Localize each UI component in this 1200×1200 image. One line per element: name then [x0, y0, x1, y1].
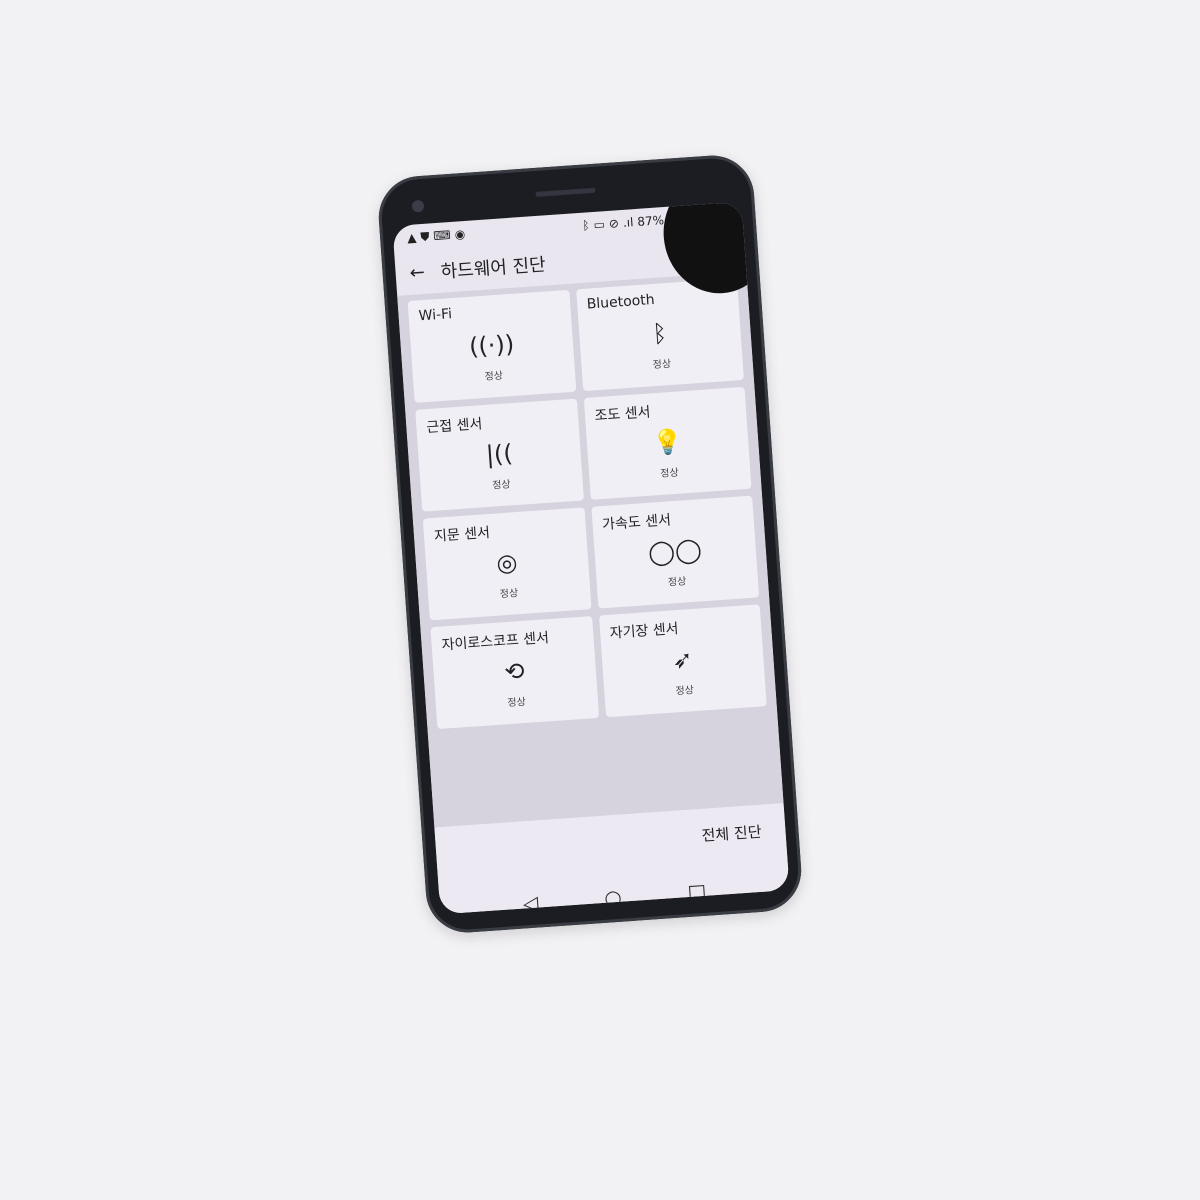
compass-icon: ➶	[671, 645, 694, 675]
battery-text: 87%	[636, 213, 665, 229]
tile-title: 지문 센서	[433, 524, 491, 545]
warning-icon: ▲	[406, 229, 417, 245]
nfc-icon: ▭	[593, 217, 606, 232]
gyroscope-icon: ⟲	[503, 656, 526, 687]
tile-status: 정상	[659, 467, 680, 480]
tile-title: 가속도 센서	[601, 512, 672, 534]
sync-icon: ◉	[454, 226, 466, 242]
tile-status: 정상	[484, 370, 504, 383]
tile-accelerometer[interactable]: 가속도 센서 ◯◯ 정상	[590, 495, 760, 609]
nav-recents-icon[interactable]: □	[687, 879, 708, 904]
tile-title: 자기장 센서	[609, 621, 680, 642]
tile-status: 정상	[652, 358, 672, 372]
no-sim-icon: ⊘	[608, 216, 620, 231]
tile-wifi[interactable]: Wi-Fi ((·)) 정상	[407, 289, 576, 403]
tile-title: Bluetooth	[586, 291, 656, 313]
wifi-icon: ((·))	[468, 329, 516, 361]
tile-bluetooth[interactable]: Bluetooth ᛒ 정상	[575, 278, 744, 392]
keyboard-icon: ⌨	[432, 227, 452, 243]
tile-compass[interactable]: 자기장 센서 ➶ 정상	[598, 604, 767, 718]
tile-status: 정상	[499, 588, 519, 601]
run-all-button[interactable]: 전체 진단	[701, 820, 762, 845]
page-title: 하드웨어 진단	[440, 254, 547, 283]
bluetooth-icon: ᛒ	[581, 218, 591, 233]
tile-title: Wi-Fi	[418, 306, 453, 325]
tile-status: 정상	[491, 479, 512, 492]
nav-back-icon[interactable]: ◁	[522, 891, 539, 915]
front-camera	[411, 199, 425, 213]
back-arrow-icon[interactable]: ←	[409, 261, 426, 283]
light-bulb-icon: 💡	[651, 427, 684, 458]
tile-light-bulb[interactable]: 조도 센서 💡 정상	[583, 386, 752, 500]
signal-icon: .ıl	[622, 215, 634, 230]
tile-status: 정상	[675, 685, 695, 698]
nav-home-icon[interactable]: ○	[603, 885, 622, 910]
tile-proximity[interactable]: 근접 센서 |(( 정상	[415, 398, 584, 512]
tile-fingerprint[interactable]: 지문 센서 ◎ 정상	[422, 507, 592, 621]
tile-title: 자이로스코프 센서	[441, 630, 550, 654]
phone: ▲⛊⌨◉ ᛒ▭⊘.ıl87%▮ ← 하드웨어 진단 Wi-Fi ((·)) 정상…	[376, 152, 804, 936]
tile-title: 근접 센서	[425, 416, 483, 437]
fingerprint-icon: ◎	[495, 548, 519, 578]
accelerometer-icon: ◯◯	[647, 535, 703, 567]
tile-title: 조도 센서	[594, 404, 652, 425]
proximity-icon: |((	[484, 439, 514, 470]
tile-gyroscope[interactable]: 자이로스코프 센서 ⟲ 정상	[430, 616, 599, 730]
shield-icon: ⛊	[419, 228, 430, 244]
bluetooth-icon: ᛒ	[651, 319, 668, 349]
diagnostic-grid: Wi-Fi ((·)) 정상 Bluetooth ᛒ 정상 근접 센서 |(( 정상…	[397, 271, 778, 736]
tile-status: 정상	[507, 696, 527, 710]
screen: ▲⛊⌨◉ ᛒ▭⊘.ıl87%▮ ← 하드웨어 진단 Wi-Fi ((·)) 정상…	[392, 201, 790, 915]
tile-status: 정상	[667, 576, 687, 589]
earpiece	[535, 187, 596, 197]
